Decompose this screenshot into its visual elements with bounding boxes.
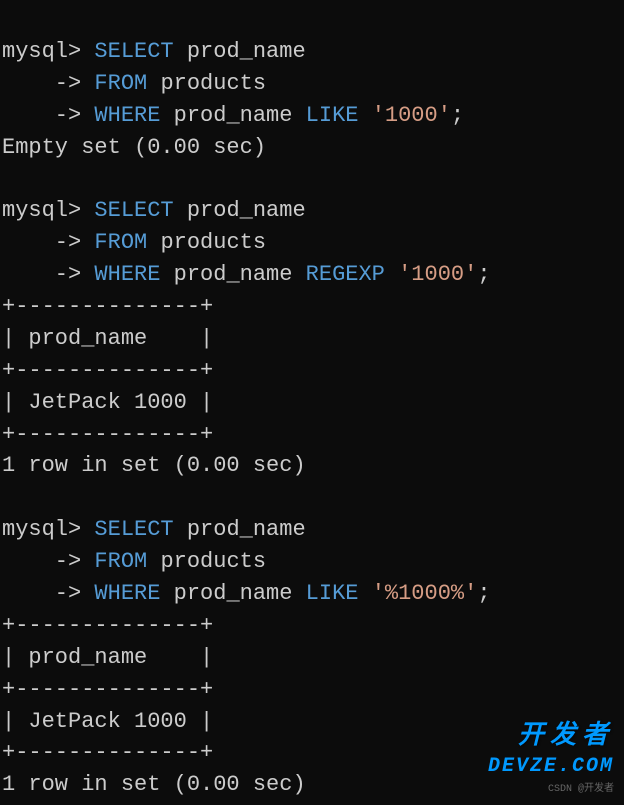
table-border: +--------------+ bbox=[2, 358, 213, 383]
table-border: +--------------+ bbox=[2, 677, 213, 702]
table-border: +--------------+ bbox=[2, 613, 213, 638]
select-keyword: SELECT bbox=[94, 198, 173, 223]
result-footer: 1 row in set (0.00 sec) bbox=[2, 772, 306, 797]
select-keyword: SELECT bbox=[94, 39, 173, 64]
string-literal: '1000' bbox=[372, 103, 451, 128]
table-header-row: | prod_name | bbox=[2, 645, 213, 670]
regexp-operator: REGEXP bbox=[306, 262, 385, 287]
result-footer: 1 row in set (0.00 sec) bbox=[2, 453, 306, 478]
table-name: products bbox=[160, 549, 266, 574]
semicolon: ; bbox=[451, 103, 464, 128]
table-data-row: | JetPack 1000 | bbox=[2, 390, 213, 415]
table-header-row: | prod_name | bbox=[2, 326, 213, 351]
continuation-prompt: -> bbox=[2, 262, 94, 287]
from-keyword: FROM bbox=[94, 549, 147, 574]
where-column: prod_name bbox=[174, 103, 293, 128]
where-column: prod_name bbox=[174, 262, 293, 287]
continuation-prompt: -> bbox=[2, 103, 94, 128]
mysql-prompt: mysql> bbox=[2, 198, 94, 223]
table-name: products bbox=[160, 230, 266, 255]
result-footer: Empty set (0.00 sec) bbox=[2, 135, 266, 160]
table-border: +--------------+ bbox=[2, 294, 213, 319]
table-name: products bbox=[160, 71, 266, 96]
column-name: prod_name bbox=[187, 39, 306, 64]
semicolon: ; bbox=[477, 262, 490, 287]
string-literal: '%1000%' bbox=[372, 581, 478, 606]
where-column: prod_name bbox=[174, 581, 293, 606]
like-operator: LIKE bbox=[306, 581, 359, 606]
continuation-prompt: -> bbox=[2, 230, 94, 255]
continuation-prompt: -> bbox=[2, 549, 94, 574]
terminal-output: mysql> SELECT prod_name -> FROM products… bbox=[2, 4, 622, 801]
from-keyword: FROM bbox=[94, 230, 147, 255]
where-keyword: WHERE bbox=[94, 103, 160, 128]
continuation-prompt: -> bbox=[2, 581, 94, 606]
column-name: prod_name bbox=[187, 198, 306, 223]
where-keyword: WHERE bbox=[94, 262, 160, 287]
query-block-2: mysql> SELECT prod_name -> FROM products… bbox=[2, 198, 491, 478]
table-data-row: | JetPack 1000 | bbox=[2, 709, 213, 734]
table-border: +--------------+ bbox=[2, 740, 213, 765]
semicolon: ; bbox=[477, 581, 490, 606]
continuation-prompt: -> bbox=[2, 71, 94, 96]
mysql-prompt: mysql> bbox=[2, 39, 94, 64]
column-name: prod_name bbox=[187, 517, 306, 542]
query-block-3: mysql> SELECT prod_name -> FROM products… bbox=[2, 517, 491, 797]
where-keyword: WHERE bbox=[94, 581, 160, 606]
string-literal: '1000' bbox=[398, 262, 477, 287]
mysql-prompt: mysql> bbox=[2, 517, 94, 542]
table-border: +--------------+ bbox=[2, 422, 213, 447]
like-operator: LIKE bbox=[306, 103, 359, 128]
select-keyword: SELECT bbox=[94, 517, 173, 542]
from-keyword: FROM bbox=[94, 71, 147, 96]
query-block-1: mysql> SELECT prod_name -> FROM products… bbox=[2, 39, 464, 160]
